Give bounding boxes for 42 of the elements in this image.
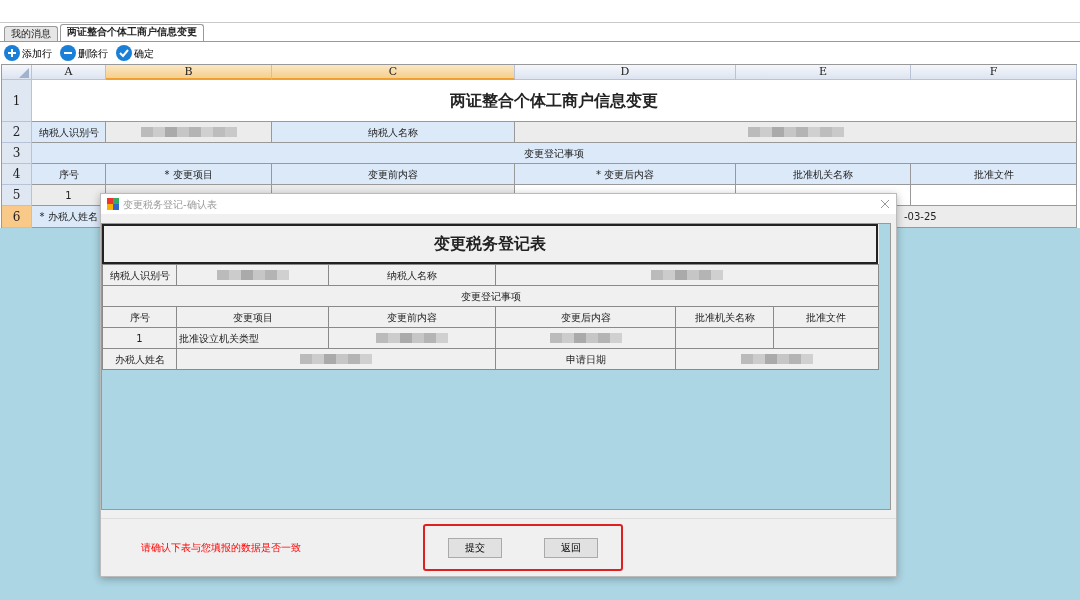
table-cell: 变更登记事项 [32, 143, 1077, 164]
row-header[interactable]: 4 [2, 164, 32, 185]
row-header[interactable]: 1 [2, 80, 32, 122]
row-header[interactable]: 6 [2, 206, 32, 228]
row-header[interactable]: 3 [2, 143, 32, 164]
confirm-button[interactable]: 确定 [116, 45, 154, 61]
tab[interactable]: 两证整合个体工商户信息变更 [60, 24, 204, 41]
check-icon [116, 45, 132, 61]
row-header[interactable]: 2 [2, 122, 32, 143]
table-cell: * 变更后内容 [515, 164, 736, 185]
column-header[interactable]: B [106, 65, 272, 80]
dialog-title: 变更税务登记-确认表 [123, 197, 218, 212]
table-cell: 纳税人识别号 [102, 264, 177, 286]
table-cell: 序号 [32, 164, 106, 185]
warning-text: 请确认下表与您填报的数据是否一致 [141, 541, 302, 555]
select-all-button[interactable] [2, 65, 32, 80]
table-cell: 变更登记事项 [102, 285, 879, 307]
table-cell: 纳税人识别号 [32, 122, 106, 143]
tab[interactable]: 我的消息 [4, 26, 58, 41]
column-header[interactable]: A [32, 65, 106, 80]
minus-icon [60, 45, 76, 61]
table-cell: 1 [32, 185, 106, 206]
triangle-icon [17, 67, 30, 79]
row-header[interactable]: 5 [2, 185, 32, 206]
plus-icon [4, 45, 20, 61]
column-header[interactable]: D [515, 65, 736, 80]
remove-button[interactable]: 删除行 [60, 45, 108, 61]
table-cell: * 变更项目 [106, 164, 272, 185]
column-header[interactable]: F [911, 65, 1077, 80]
submit-button[interactable]: 提交 [448, 537, 502, 558]
table-cell: 变更前内容 [272, 164, 515, 185]
table-cell: 批准文件 [911, 164, 1077, 185]
table-cell: 办税人姓名 [102, 348, 177, 370]
column-header[interactable]: C [272, 65, 515, 80]
form-title: 变更税务登记表 [102, 224, 878, 264]
table-cell: 纳税人名称 [272, 122, 515, 143]
close-icon[interactable] [880, 199, 890, 209]
column-header[interactable]: E [736, 65, 911, 80]
app-icon [107, 198, 119, 210]
table-cell: 批准机关名称 [736, 164, 911, 185]
add-button[interactable]: 添加行 [4, 45, 52, 61]
back-button[interactable]: 返回 [544, 537, 598, 558]
